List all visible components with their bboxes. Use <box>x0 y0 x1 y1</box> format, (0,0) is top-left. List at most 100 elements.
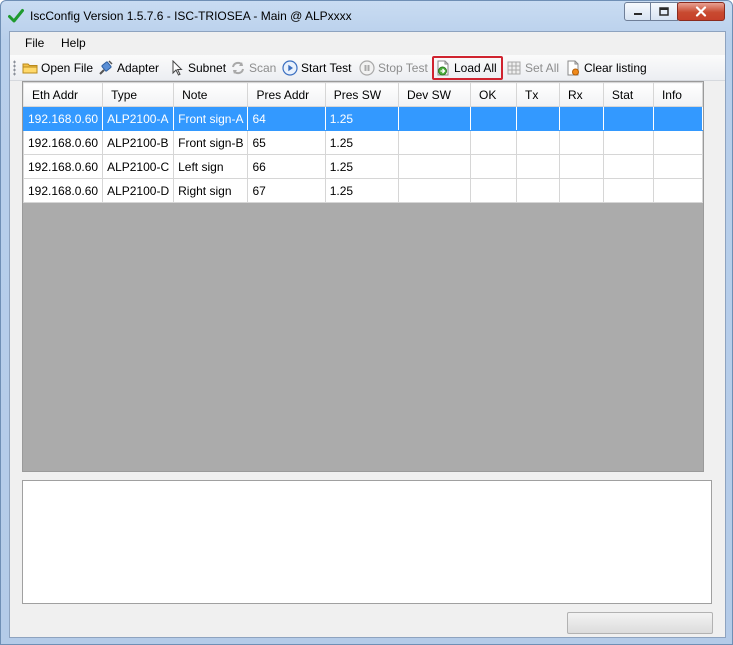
cell-pres-addr: 67 <box>247 178 326 203</box>
clear-document-icon <box>567 60 579 76</box>
stop-test-label: Stop Test <box>378 61 428 75</box>
title-bar[interactable]: IscConfig Version 1.5.7.6 - ISC-TRIOSEA … <box>1 1 732 31</box>
adapter-button[interactable]: Adapter <box>96 57 161 79</box>
minimize-button[interactable] <box>624 2 651 21</box>
cell-info <box>652 178 704 203</box>
cell-eth-addr: 192.168.0.60 <box>22 130 104 155</box>
start-test-button[interactable]: Start Test <box>280 57 353 79</box>
resize-handle[interactable] <box>1 301 5 321</box>
load-document-icon <box>437 60 449 76</box>
toolbar: Open File Adapter Subnet Scan Start Test… <box>10 55 725 81</box>
cell-dev-sw <box>397 130 471 155</box>
folder-icon <box>22 63 38 74</box>
table-row[interactable]: 192.168.0.60 ALP2100-B Front sign-B 65 1… <box>22 130 704 155</box>
maximize-button[interactable] <box>650 2 678 21</box>
scan-button[interactable]: Scan <box>228 57 278 79</box>
cell-stat <box>602 154 654 179</box>
column-header-ok[interactable]: OK <box>469 82 518 107</box>
maximize-icon <box>659 7 669 16</box>
table-grid-icon <box>507 61 521 75</box>
cell-pres-sw: 1.25 <box>324 154 399 179</box>
column-header-pres-sw[interactable]: Pres SW <box>324 82 399 107</box>
cell-stat <box>602 178 654 203</box>
table-row[interactable]: 192.168.0.60 ALP2100-A Front sign-A 64 1… <box>22 106 704 131</box>
close-button[interactable] <box>677 2 725 21</box>
cursor-arrow-icon <box>172 60 183 76</box>
cell-dev-sw <box>397 178 471 203</box>
cell-note: Right sign <box>173 178 249 203</box>
toolbar-grip[interactable] <box>13 60 16 76</box>
column-header-tx[interactable]: Tx <box>516 82 560 107</box>
cell-note: Front sign-B <box>173 130 249 155</box>
cell-pres-sw: 1.25 <box>324 178 399 203</box>
cell-ok <box>469 154 518 179</box>
load-all-label: Load All <box>454 61 497 75</box>
cell-ok <box>469 178 518 203</box>
cell-eth-addr: 192.168.0.60 <box>22 178 104 203</box>
cell-pres-sw: 1.25 <box>324 130 399 155</box>
cell-type: ALP2100-B <box>102 130 175 155</box>
cell-type: ALP2100-D <box>102 178 175 203</box>
client-area: File Help Open File Adapter Subnet Scan … <box>9 31 726 638</box>
column-header-type[interactable]: Type <box>102 82 175 107</box>
network-adapter-icon <box>99 60 113 75</box>
scan-label: Scan <box>249 61 277 75</box>
cell-info <box>652 154 704 179</box>
cell-stat <box>602 130 654 155</box>
cell-info <box>652 130 704 155</box>
set-all-label: Set All <box>525 61 560 75</box>
table-header-row: Eth Addr Type Note Pres Addr Pres SW Dev… <box>22 82 704 107</box>
clear-listing-label: Clear listing <box>584 61 647 75</box>
cell-pres-addr: 65 <box>247 130 326 155</box>
cell-dev-sw <box>397 154 471 179</box>
column-header-eth-addr[interactable]: Eth Addr <box>22 82 104 107</box>
column-header-dev-sw[interactable]: Dev SW <box>397 82 471 107</box>
close-icon <box>695 6 707 17</box>
log-output[interactable] <box>22 480 712 604</box>
cell-eth-addr: 192.168.0.60 <box>22 154 104 179</box>
cell-dev-sw <box>397 106 471 131</box>
column-header-pres-addr[interactable]: Pres Addr <box>247 82 326 107</box>
table-row[interactable]: 192.168.0.60 ALP2100-D Right sign 67 1.2… <box>22 178 704 203</box>
cell-ok <box>469 130 518 155</box>
device-table: Eth Addr Type Note Pres Addr Pres SW Dev… <box>22 82 704 203</box>
play-icon <box>282 60 298 76</box>
minimize-icon <box>633 12 642 15</box>
cell-tx <box>516 130 560 155</box>
menu-help[interactable]: Help <box>61 36 86 50</box>
column-header-info[interactable]: Info <box>652 82 704 107</box>
cell-ok <box>469 106 518 131</box>
app-window: IscConfig Version 1.5.7.6 - ISC-TRIOSEA … <box>0 0 733 645</box>
set-all-button[interactable]: Set All <box>504 57 561 79</box>
column-header-note[interactable]: Note <box>173 82 249 107</box>
cell-tx <box>516 106 560 131</box>
device-grid[interactable]: Eth Addr Type Note Pres Addr Pres SW Dev… <box>22 81 704 472</box>
stop-icon <box>359 60 375 76</box>
start-test-label: Start Test <box>301 61 352 75</box>
menu-file[interactable]: File <box>25 36 44 50</box>
window-title: IscConfig Version 1.5.7.6 - ISC-TRIOSEA … <box>30 9 352 23</box>
cell-rx <box>558 106 604 131</box>
table-row[interactable]: 192.168.0.60 ALP2100-C Left sign 66 1.25 <box>22 154 704 179</box>
refresh-icon <box>232 61 244 75</box>
menu-bar: File Help <box>10 32 725 54</box>
load-all-button[interactable]: Load All <box>432 56 503 80</box>
cell-rx <box>558 154 604 179</box>
stop-test-button[interactable]: Stop Test <box>357 57 430 79</box>
adapter-label: Adapter <box>117 61 160 75</box>
column-header-stat[interactable]: Stat <box>602 82 654 107</box>
cell-tx <box>516 178 560 203</box>
cell-note: Front sign-A <box>173 106 249 131</box>
cell-eth-addr: 192.168.0.60 <box>22 106 104 131</box>
cell-note: Left sign <box>173 154 249 179</box>
open-file-button[interactable]: Open File <box>20 57 95 79</box>
cell-stat <box>602 106 654 131</box>
cell-rx <box>558 178 604 203</box>
column-header-rx[interactable]: Rx <box>558 82 604 107</box>
cell-type: ALP2100-C <box>102 154 175 179</box>
clear-listing-button[interactable]: Clear listing <box>563 57 649 79</box>
cell-info <box>652 106 704 131</box>
cell-pres-addr: 66 <box>247 154 326 179</box>
subnet-button[interactable]: Subnet <box>167 57 228 79</box>
open-file-label: Open File <box>41 61 94 75</box>
